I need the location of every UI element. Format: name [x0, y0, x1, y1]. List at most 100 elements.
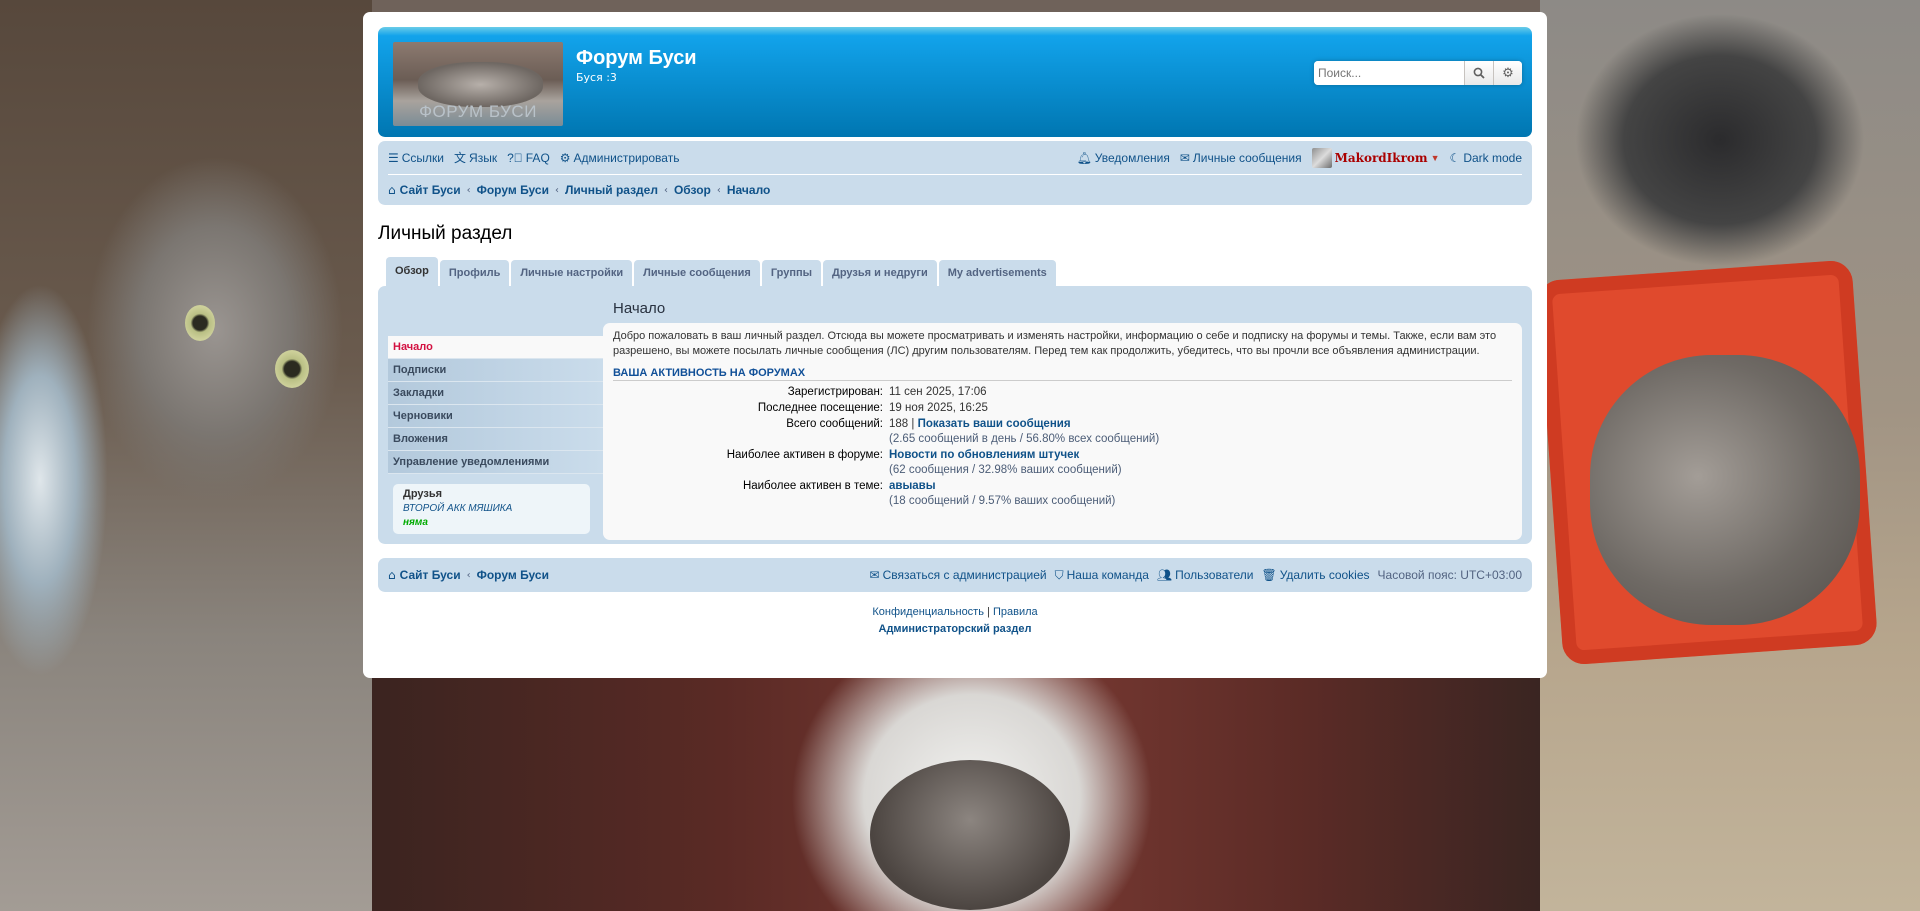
- tab-advertisements[interactable]: My advertisements: [938, 260, 1056, 286]
- nav-notifications[interactable]: 🔔︎ Уведомления: [1077, 151, 1170, 165]
- sidebar-item-subscriptions[interactable]: Подписки: [388, 359, 603, 382]
- activity-heading: Ваша активность на форумах: [613, 367, 1512, 381]
- main-content: Начало Добро пожаловать в ваш личный раз…: [603, 296, 1522, 540]
- shield-icon: ⛉: [1054, 567, 1064, 582]
- moon-icon: ☾: [1449, 150, 1461, 165]
- nav-language[interactable]: 文 Язык: [454, 149, 497, 166]
- navbar-left: ☰ Ссылки 文 Язык ?⃝ FAQ ⚙ Администрироват…: [388, 149, 679, 166]
- cogs-icon: ⚙: [559, 150, 571, 165]
- admin-panel-link[interactable]: Администраторский раздел: [378, 623, 1532, 635]
- nav-private-messages[interactable]: ✉ Личные сообщения: [1180, 151, 1302, 165]
- nav-faq[interactable]: ?⃝ FAQ: [507, 151, 550, 165]
- site-header: ФОРУМ БУСИ Форум Буси Буся :3 ⚙: [378, 27, 1532, 137]
- nav-notifications-label: Уведомления: [1094, 150, 1170, 165]
- background-cat-eye: [275, 350, 309, 388]
- tab-overview[interactable]: Обзор: [386, 257, 438, 286]
- nav-admin[interactable]: ⚙ Администрировать: [560, 151, 680, 165]
- members-link[interactable]: 👥︎ Пользователи: [1157, 568, 1254, 582]
- inbox-icon: ✉: [1179, 150, 1190, 165]
- stat-sub: (18 сообщений / 9.57% ваших сообщений): [889, 495, 1116, 507]
- stat-label: Наиболее активен в форуме:: [726, 449, 883, 461]
- team-link[interactable]: ⛉ Наша команда: [1055, 568, 1149, 583]
- tab-profile[interactable]: Профиль: [439, 260, 510, 286]
- question-circle-icon: ?⃝: [507, 150, 523, 165]
- breadcrumb-forum[interactable]: Форум Буси: [477, 183, 549, 197]
- tab-private-messages[interactable]: Личные сообщения: [634, 260, 760, 286]
- advanced-search-button[interactable]: ⚙: [1493, 61, 1522, 85]
- active-forum-link[interactable]: Новости по обновлениям штучек: [889, 449, 1079, 461]
- background-cat-in-bag: [870, 760, 1070, 910]
- friend-link[interactable]: ВТОРОЙ АКК МЯШИКА: [403, 503, 580, 514]
- timezone-label: Часовой пояс: UTC+03:00: [1377, 568, 1522, 582]
- nav-admin-label: Администрировать: [573, 150, 680, 165]
- stat-sub: (62 сообщения / 32.98% ваших сообщений): [889, 464, 1122, 476]
- tab-friends-foes[interactable]: Друзья и недруги: [823, 260, 937, 286]
- show-posts-link[interactable]: Показать ваши сообщения: [918, 418, 1071, 430]
- site-logo[interactable]: ФОРУМ БУСИ: [393, 42, 563, 126]
- stat-label: Наиболее активен в теме:: [742, 480, 883, 492]
- navbar: ☰ Ссылки 文 Язык ?⃝ FAQ ⚙ Администрироват…: [378, 141, 1532, 205]
- members-label: Пользователи: [1175, 568, 1254, 582]
- nav-user-menu[interactable]: MakordIkrom ▼: [1311, 147, 1440, 168]
- stat-label: Всего сообщений:: [786, 418, 883, 430]
- friends-title: Друзья: [403, 488, 443, 500]
- active-topic-link[interactable]: авыавы: [889, 480, 936, 492]
- envelope-icon: ✉: [869, 568, 880, 582]
- language-icon: 文: [454, 151, 467, 165]
- site-title[interactable]: Форум Буси: [576, 47, 697, 70]
- search-input[interactable]: [1314, 61, 1464, 85]
- friend-link[interactable]: няма: [403, 517, 580, 528]
- stat-registered: Зарегистрирован: 11 сен 2025, 17:06: [613, 385, 1512, 400]
- breadcrumb-overview[interactable]: Обзор: [674, 183, 711, 197]
- chevron-left-icon: ‹: [466, 569, 471, 581]
- sidebar-item-drafts[interactable]: Черновики: [388, 405, 603, 428]
- breadcrumb: ⌂ Сайт Буси ‹ Форум Буси ‹ Личный раздел…: [388, 175, 1522, 205]
- footer-breadcrumb-forum[interactable]: Форум Буси: [477, 568, 549, 582]
- chevron-left-icon: ‹: [663, 184, 668, 196]
- footer-breadcrumb-site[interactable]: Сайт Буси: [400, 568, 461, 582]
- stat-value: 11 сен 2025, 17:06: [889, 386, 987, 398]
- stat-label: Последнее посещение:: [757, 402, 883, 414]
- contact-admin-label: Связаться с администрацией: [882, 568, 1047, 582]
- logo-cat-image: [418, 62, 543, 107]
- chevron-left-icon: ‹: [466, 184, 471, 196]
- nav-dark-mode[interactable]: ☾ Dark mode: [1450, 151, 1522, 165]
- background-cat-photo-left: [0, 0, 372, 911]
- tab-groups[interactable]: Группы: [761, 260, 822, 286]
- contact-admin-link[interactable]: ✉ Связаться с администрацией: [870, 568, 1047, 582]
- breadcrumb-ucp[interactable]: Личный раздел: [565, 183, 658, 197]
- nav-private-messages-label: Личные сообщения: [1192, 150, 1302, 165]
- delete-cookies-link[interactable]: 🗑︎ Удалить cookies: [1261, 568, 1369, 582]
- bell-icon: 🔔︎: [1076, 150, 1092, 165]
- breadcrumb-front[interactable]: Начало: [727, 183, 770, 197]
- home-icon: ⌂: [388, 183, 396, 197]
- footer-copyright: Конфиденциальность | Правила Администрат…: [378, 606, 1532, 635]
- tab-preferences[interactable]: Личные настройки: [511, 260, 633, 286]
- bars-icon: ☰: [388, 150, 399, 165]
- sidebar-item-notifications[interactable]: Управление уведомлениями: [388, 451, 603, 474]
- breadcrumb-site[interactable]: Сайт Буси: [400, 183, 461, 197]
- page-title: Личный раздел: [378, 223, 513, 244]
- stat-posts: Всего сообщений: 188 | Показать ваши соо…: [613, 417, 1512, 447]
- sidebar-item-attachments[interactable]: Вложения: [388, 428, 603, 451]
- rules-link[interactable]: Правила: [993, 606, 1038, 618]
- nav-language-label: Язык: [469, 150, 498, 165]
- stat-label: Зарегистрирован:: [787, 386, 883, 398]
- team-label: Наша команда: [1066, 568, 1149, 582]
- tab-bar: Обзор Профиль Личные настройки Личные со…: [386, 257, 1532, 286]
- sidebar-item-front[interactable]: Начало: [388, 336, 603, 359]
- home-icon: ⌂: [388, 568, 396, 582]
- nav-quick-links[interactable]: ☰ Ссылки: [388, 151, 444, 165]
- logo-text: ФОРУМ БУСИ: [419, 102, 537, 121]
- nav-faq-label: FAQ: [525, 150, 550, 165]
- content-heading: Начало: [613, 300, 666, 317]
- sidebar-item-bookmarks[interactable]: Закладки: [388, 382, 603, 405]
- search-button[interactable]: [1464, 61, 1493, 85]
- background-kitten: [1590, 355, 1860, 625]
- privacy-link[interactable]: Конфиденциальность: [872, 606, 984, 618]
- search-box: ⚙: [1314, 61, 1522, 85]
- stat-last-visit: Последнее посещение: 19 ноя 2025, 16:25: [613, 401, 1512, 416]
- page-container: ФОРУМ БУСИ Форум Буси Буся :3 ⚙ ☰ Ссылки…: [363, 12, 1547, 678]
- trash-icon: 🗑︎: [1261, 568, 1277, 582]
- footer-navbar: ⌂ Сайт Буси ‹ Форум Буси ✉ Связаться с а…: [378, 558, 1532, 592]
